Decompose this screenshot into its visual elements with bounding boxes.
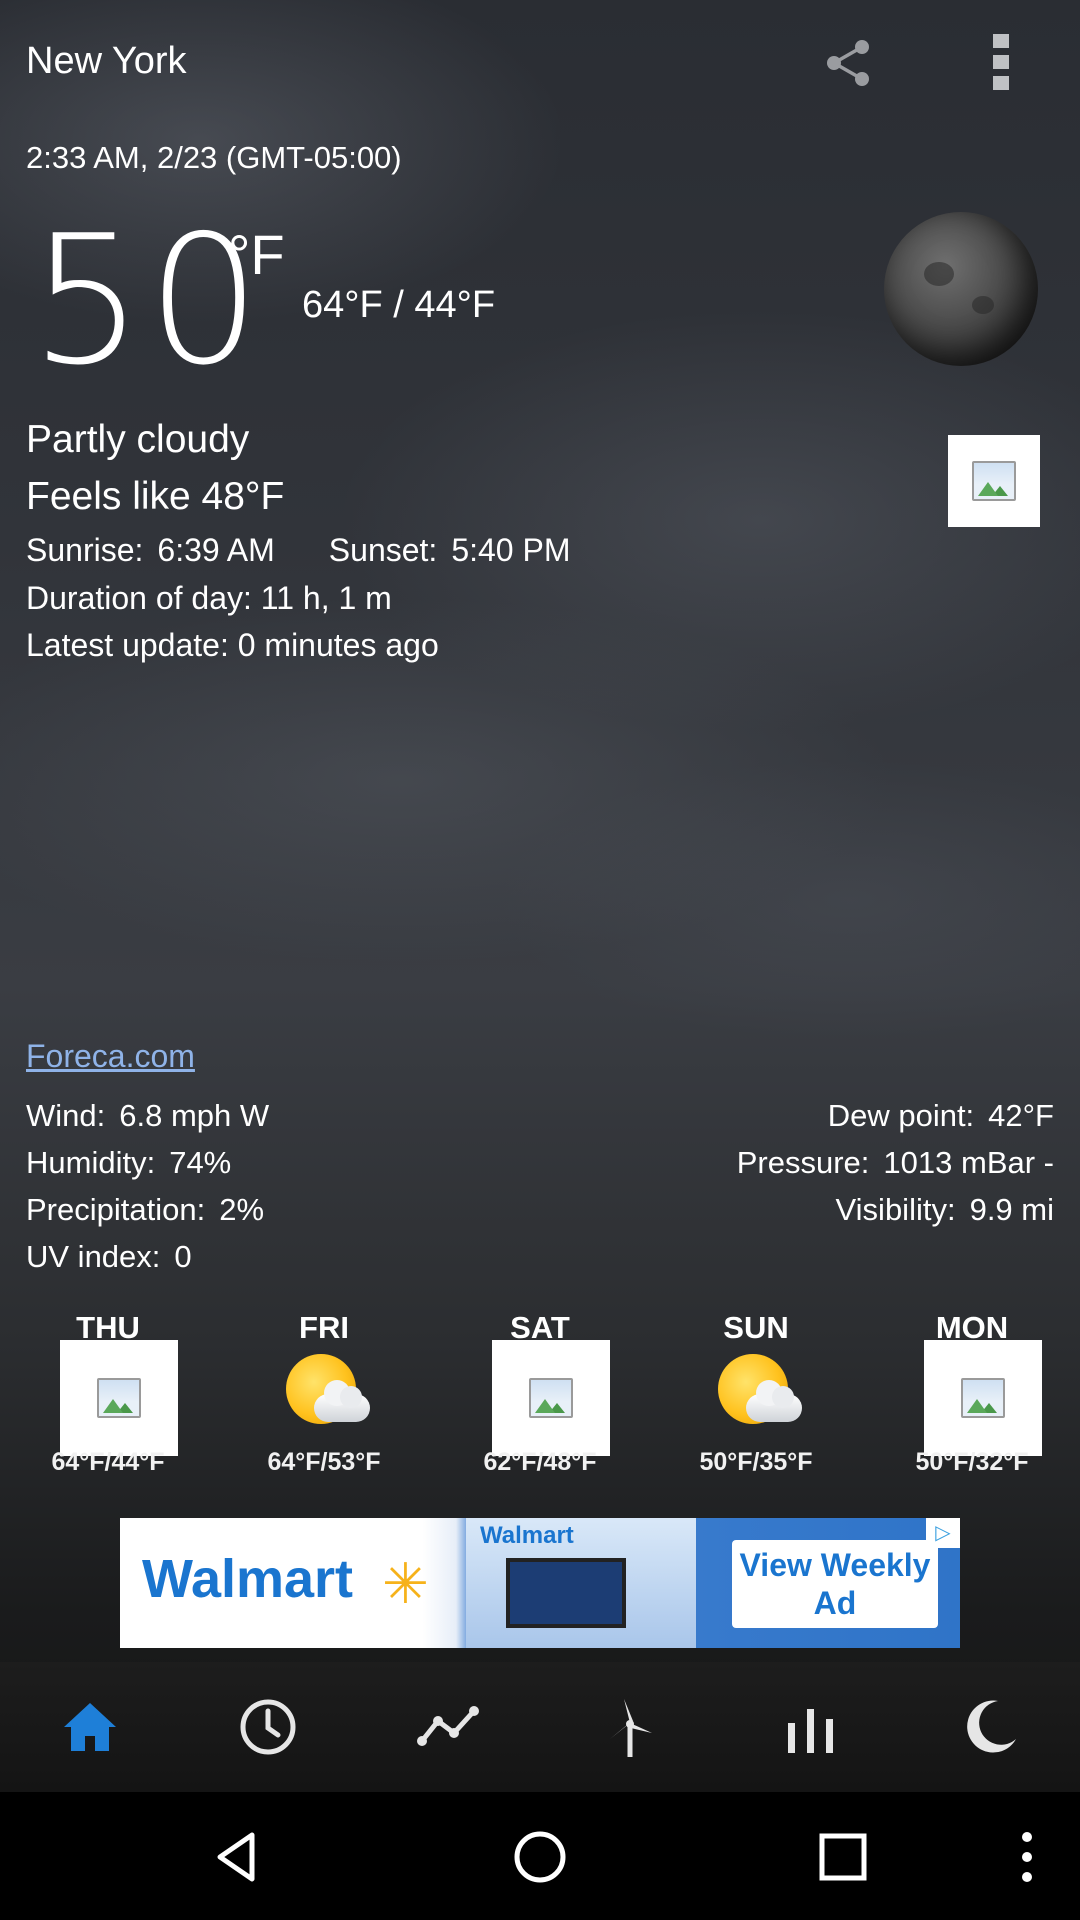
wind-row: Wind: 6.8 mph W <box>26 1098 283 1134</box>
top-bar: New York <box>0 0 1080 130</box>
day-temp-range: 62°F/48°F <box>483 1448 597 1476</box>
broken-image-icon <box>948 435 1040 527</box>
forecast-day-sat[interactable]: SAT 62°F/48°F <box>440 1310 640 1476</box>
day-duration: Duration of day: 11 h, 1 m <box>26 580 392 616</box>
nav-night[interactable] <box>950 1690 1030 1764</box>
local-datetime: 2:33 AM, 2/23 (GMT-05:00) <box>26 140 402 175</box>
day-name: SUN <box>723 1310 789 1345</box>
day-name: MON <box>935 1310 1009 1345</box>
pressure-row: Pressure: 1013 mBar - <box>737 1145 1054 1181</box>
latest-update: Latest update: 0 minutes ago <box>26 627 439 663</box>
day-temp-range: 50°F/35°F <box>699 1448 813 1476</box>
uv-value: 0 <box>174 1239 192 1274</box>
feels-like-text: Feels like 48°F <box>26 475 285 518</box>
overflow-button[interactable] <box>992 1822 1062 1892</box>
day-name: FRI <box>299 1310 349 1345</box>
visibility-value: 9.9 mi <box>969 1192 1054 1227</box>
uv-row: UV index: 0 <box>26 1239 206 1275</box>
wind-label: Wind: <box>26 1098 106 1133</box>
uv-label: UV index: <box>26 1239 161 1274</box>
pressure-value: 1013 mBar - <box>883 1145 1054 1180</box>
wind-turbine-icon <box>610 1699 652 1757</box>
bar-chart-icon <box>788 1709 833 1753</box>
ad-cta-button[interactable]: View Weekly Ad <box>732 1540 938 1628</box>
ad-banner[interactable]: Walmart ✳ Walmart View Weekly Ad ▷ <box>120 1518 960 1648</box>
forecast-day-fri[interactable]: FRI 64°F/53°F <box>224 1310 424 1476</box>
system-nav-bar <box>0 1792 1080 1920</box>
high-low-temperature: 64°F / 44°F <box>302 284 496 326</box>
city-title[interactable]: New York <box>26 40 187 83</box>
clock-icon <box>240 1699 296 1755</box>
ad-mock-brand: Walmart <box>480 1522 574 1549</box>
dew-point-value: 42°F <box>988 1098 1054 1133</box>
forecast-day-mon[interactable]: MON 50°F/32°F <box>872 1310 1072 1476</box>
precipitation-value: 2% <box>219 1192 265 1227</box>
day-name: SAT <box>510 1310 570 1345</box>
forecast-day-thu[interactable]: THU 64°F/44°F <box>8 1310 208 1476</box>
temperature-unit[interactable]: °F <box>228 222 285 287</box>
day-temp-range: 64°F/53°F <box>267 1448 381 1476</box>
foreca-link[interactable]: Foreca.com <box>26 1038 195 1075</box>
day-temp-range: 50°F/32°F <box>915 1448 1029 1476</box>
nav-graph[interactable] <box>408 1690 488 1764</box>
recents-icon <box>819 1833 867 1881</box>
humidity-value: 74% <box>169 1145 232 1180</box>
sunrise-value: 6:39 AM <box>157 532 275 568</box>
partly-sunny-icon <box>712 1354 802 1434</box>
bottom-nav <box>0 1662 1080 1792</box>
humidity-label: Humidity: <box>26 1145 156 1180</box>
spark-icon: ✳ <box>382 1552 429 1615</box>
more-vert-icon <box>1022 1832 1032 1882</box>
broken-image-icon <box>60 1340 178 1456</box>
home-button[interactable] <box>505 1822 575 1892</box>
day-name: THU <box>76 1310 140 1345</box>
daily-forecast: THU 64°F/44°F FRI 64°F/53°F SAT 62°F/48°… <box>0 1310 1080 1490</box>
nav-bars[interactable] <box>770 1690 850 1764</box>
share-icon[interactable] <box>820 35 876 91</box>
pressure-label: Pressure: <box>736 1145 870 1180</box>
visibility-row: Visibility: 9.9 mi <box>836 1192 1054 1228</box>
tv-icon <box>506 1558 626 1628</box>
back-icon <box>217 1832 255 1882</box>
sunrise-label: Sunrise: <box>26 532 144 568</box>
moon-icon <box>884 212 1038 366</box>
day-temp-range: 64°F/44°F <box>51 1448 165 1476</box>
partly-sunny-icon <box>280 1354 370 1434</box>
nav-wind[interactable] <box>590 1690 670 1764</box>
sunset-label: Sunset: <box>328 532 438 568</box>
broken-image-icon <box>924 1340 1042 1456</box>
ad-image: Walmart <box>466 1518 696 1648</box>
precipitation-row: Precipitation: 2% <box>26 1192 278 1228</box>
line-chart-icon <box>417 1706 479 1746</box>
broken-image-icon <box>492 1340 610 1456</box>
back-button[interactable] <box>203 1822 273 1892</box>
dew-point-label: Dew point: <box>827 1098 975 1133</box>
condition-text: Partly cloudy <box>26 418 250 461</box>
nav-hourly[interactable] <box>228 1690 308 1764</box>
visibility-label: Visibility: <box>835 1192 956 1227</box>
forecast-day-sun[interactable]: SUN 50°F/35°F <box>656 1310 856 1476</box>
home-icon <box>64 1703 116 1751</box>
sunrise-sunset-row: Sunrise: 6:39 AM Sunset: 5:40 PM <box>26 532 584 569</box>
moon-icon <box>967 1700 1016 1753</box>
home-circle-icon <box>514 1831 566 1883</box>
recents-button[interactable] <box>808 1822 878 1892</box>
dew-point-row: Dew point: 42°F <box>828 1098 1054 1134</box>
humidity-row: Humidity: 74% <box>26 1145 245 1181</box>
ad-choices-icon[interactable]: ▷ <box>926 1518 960 1548</box>
nav-home[interactable] <box>50 1690 130 1764</box>
more-vert-icon[interactable] <box>975 30 1027 94</box>
ad-brand: Walmart <box>142 1549 354 1609</box>
sunset-value: 5:40 PM <box>451 532 571 568</box>
precipitation-label: Precipitation: <box>26 1192 206 1227</box>
wind-value: 6.8 mph W <box>119 1098 270 1133</box>
